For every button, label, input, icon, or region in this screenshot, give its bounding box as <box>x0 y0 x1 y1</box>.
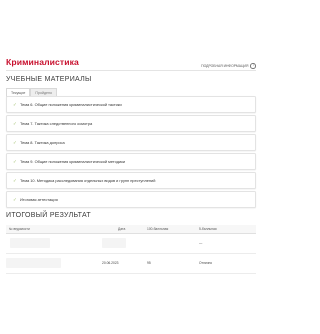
material-label: Тема 9. Общие положения криминалистическ… <box>20 159 126 164</box>
material-label: Тема 7. Тактика следственного осмотра <box>20 121 93 126</box>
material-label: Итоговая аттестация <box>20 197 58 202</box>
list-item[interactable]: ✓ Тема 6. Общие положения криминалистиче… <box>6 96 256 113</box>
list-item[interactable]: ✓ Тема 9. Общие положения криминалистиче… <box>6 153 256 170</box>
list-item[interactable]: ✓ Тема 10. Методика расследования отдель… <box>6 172 256 189</box>
info-icon: i <box>250 63 256 69</box>
checkmark-icon: ✓ <box>13 120 17 126</box>
course-page: Криминалистика ПОДРОБНАЯ ИНФОРМАЦИЯ i УЧ… <box>0 0 262 334</box>
list-item[interactable]: ✓ Тема 7. Тактика следственного осмотра <box>6 115 256 132</box>
redacted-cell <box>6 258 61 268</box>
results-heading: ИТОГОВЫЙ РЕЗУЛЬТАТ <box>6 212 91 219</box>
page-header: Криминалистика ПОДРОБНАЯ ИНФОРМАЦИЯ i <box>6 57 256 69</box>
checkmark-icon: ✓ <box>13 158 17 164</box>
col-number: № ведомости <box>9 227 30 231</box>
results-table: № ведомости Дата 100-балльная 5-балльная… <box>6 225 256 274</box>
col-date: Дата <box>118 227 126 231</box>
checkmark-icon: ✓ <box>13 196 17 202</box>
col-score5: 5-балльная <box>199 227 217 231</box>
materials-heading: УЧЕБНЫЕ МАТЕРИАЛЫ <box>6 76 92 83</box>
cell-score5: Отлично <box>199 261 213 265</box>
table-header: № ведомости Дата 100-балльная 5-балльная <box>6 225 256 234</box>
more-info-link[interactable]: ПОДРОБНАЯ ИНФОРМАЦИЯ i <box>201 63 256 69</box>
cell-score100: 95 <box>147 261 151 265</box>
list-item[interactable]: ✓ Итоговая аттестация <box>6 191 256 208</box>
cell-date: 20.06.2023 <box>102 261 119 265</box>
material-label: Тема 6. Общие положения криминалистическ… <box>20 102 122 107</box>
course-title: Криминалистика <box>6 57 79 67</box>
table-row: — <box>6 234 256 254</box>
header-divider <box>6 70 256 71</box>
cell-score5: — <box>199 241 203 245</box>
more-info-label: ПОДРОБНАЯ ИНФОРМАЦИЯ <box>201 63 249 68</box>
checkmark-icon: ✓ <box>13 101 17 107</box>
redacted-cell <box>10 238 50 248</box>
material-label: Тема 8. Тактика допроса <box>20 140 65 145</box>
table-row: 20.06.2023 95 Отлично <box>6 254 256 274</box>
list-item[interactable]: ✓ Тема 8. Тактика допроса <box>6 134 256 151</box>
checkmark-icon: ✓ <box>13 177 17 183</box>
redacted-cell <box>102 238 126 248</box>
materials-list: ✓ Тема 6. Общие положения криминалистиче… <box>6 96 256 210</box>
material-label: Тема 10. Методика расследования отдельны… <box>20 178 156 183</box>
checkmark-icon: ✓ <box>13 139 17 145</box>
col-score100: 100-балльная <box>147 227 169 231</box>
